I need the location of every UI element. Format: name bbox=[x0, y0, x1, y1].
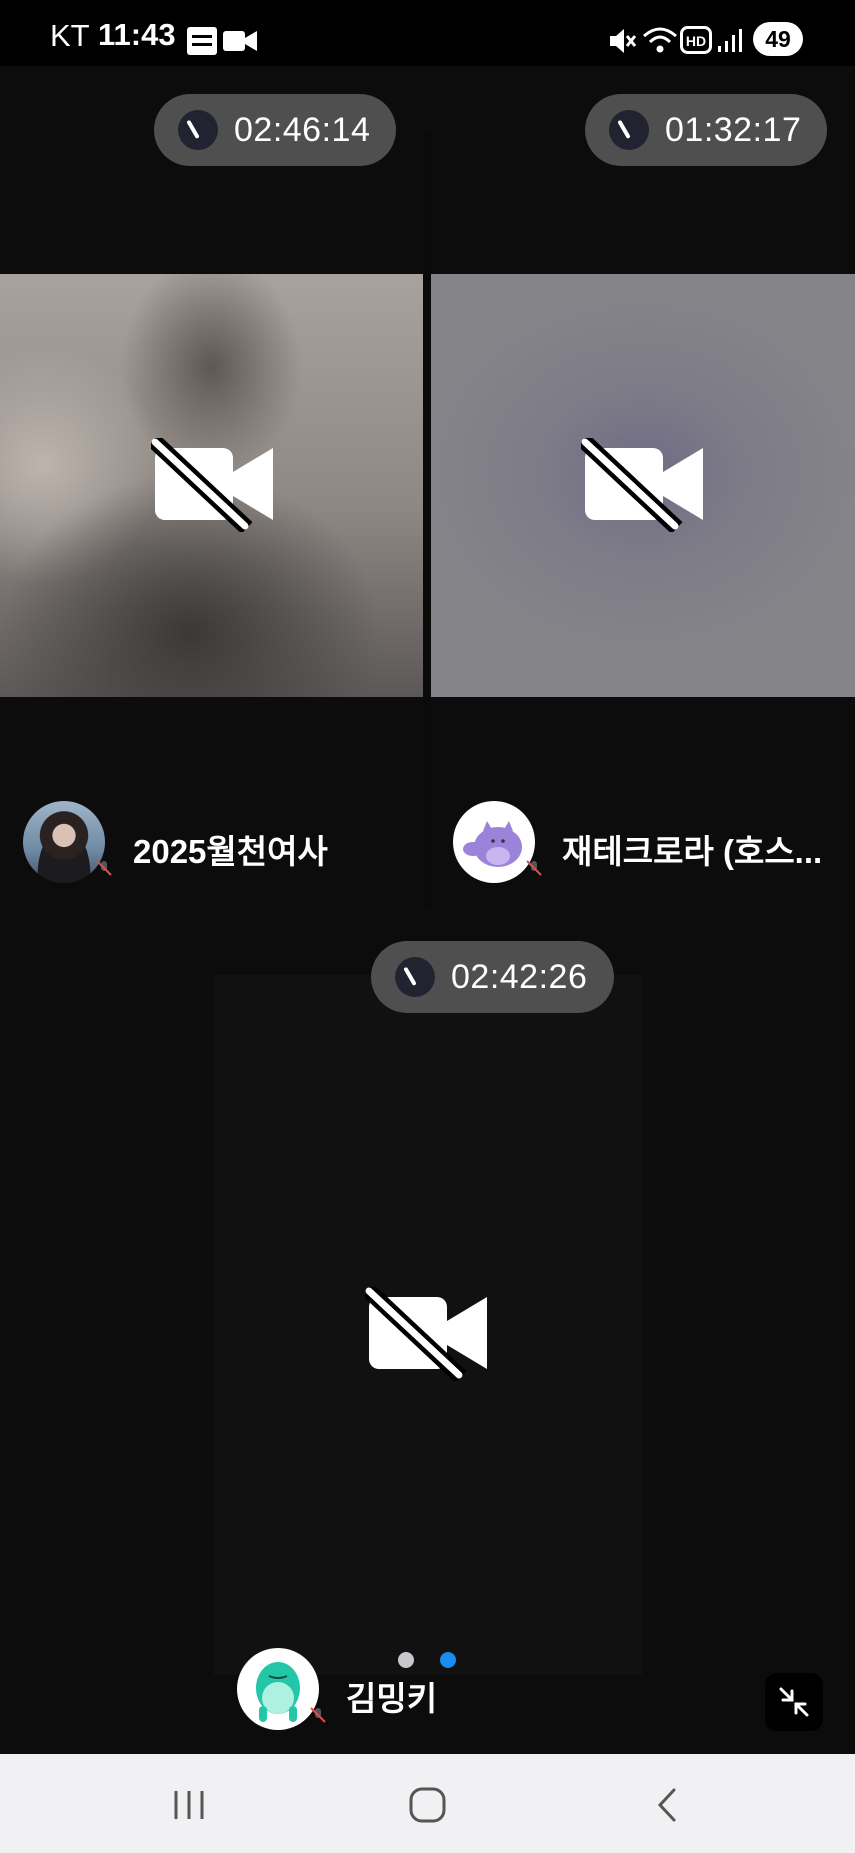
video-off-icon bbox=[151, 438, 273, 532]
avatar bbox=[453, 801, 535, 883]
recent-apps-icon[interactable] bbox=[170, 1787, 210, 1823]
call-timer-pill: 02:42:26 bbox=[371, 941, 614, 1013]
page-indicator-dot bbox=[398, 1652, 414, 1668]
clock-icon bbox=[395, 957, 435, 997]
call-timer: 02:46:14 bbox=[234, 110, 371, 149]
signal-icon bbox=[718, 29, 742, 52]
mic-off-icon bbox=[310, 1707, 326, 1723]
participant-name: 재테크로라 (호스... bbox=[562, 833, 823, 870]
call-timer: 02:42:26 bbox=[451, 957, 588, 996]
mic-off-icon bbox=[526, 860, 542, 876]
participant-name: 2025월천여사 bbox=[133, 833, 328, 870]
carrier-label: KT bbox=[50, 18, 90, 53]
call-timer-pill: 01:32:17 bbox=[585, 94, 827, 166]
clock-icon bbox=[178, 110, 218, 150]
grid-divider bbox=[423, 130, 431, 910]
video-off-icon bbox=[365, 1287, 487, 1381]
video-recording-icon bbox=[223, 31, 257, 51]
video-off-icon bbox=[581, 438, 703, 532]
wifi-icon bbox=[643, 27, 677, 53]
minimize-icon bbox=[779, 1687, 809, 1717]
minimize-button[interactable] bbox=[765, 1673, 823, 1731]
avatar bbox=[23, 801, 105, 883]
page-indicator-dot-active bbox=[440, 1652, 456, 1668]
notification-icon bbox=[187, 27, 217, 55]
mute-icon bbox=[610, 29, 637, 53]
avatar bbox=[237, 1648, 319, 1730]
hd-icon: HD bbox=[680, 26, 712, 54]
call-timer-pill: 02:46:14 bbox=[154, 94, 396, 166]
back-icon[interactable] bbox=[652, 1786, 682, 1824]
clock-icon bbox=[609, 110, 649, 150]
participant-name: 김밍키 bbox=[346, 1680, 438, 1717]
home-icon[interactable] bbox=[408, 1786, 448, 1824]
status-time: 11:43 bbox=[98, 17, 176, 52]
battery-indicator: 49 bbox=[753, 22, 803, 56]
call-timer: 01:32:17 bbox=[665, 110, 802, 149]
mic-off-icon bbox=[96, 860, 112, 876]
svg-text:HD: HD bbox=[686, 33, 706, 49]
